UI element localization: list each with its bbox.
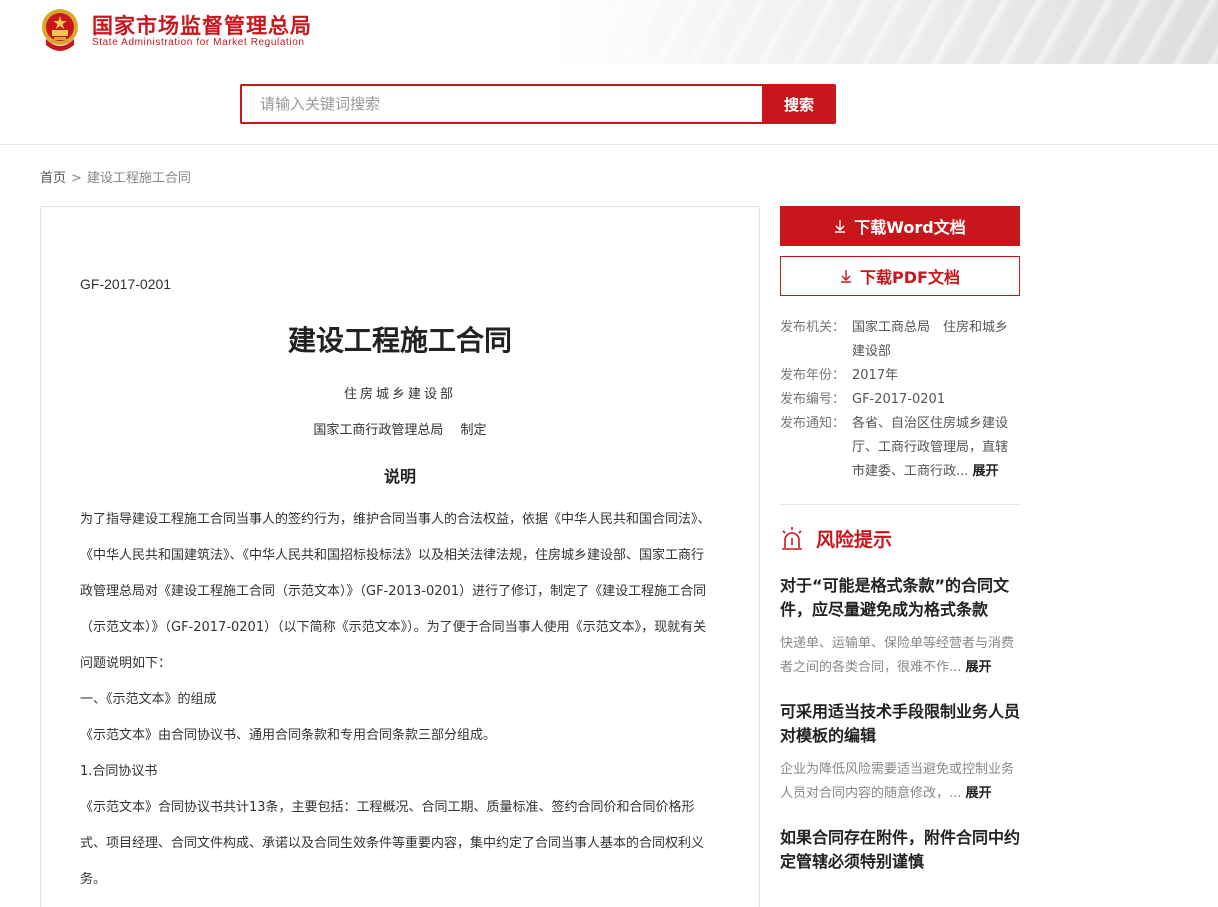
- meta-value: 2017年: [852, 368, 899, 383]
- breadcrumb: 首页 > 建设工程施工合同: [40, 167, 191, 186]
- alarm-light-icon: [782, 526, 802, 550]
- brand-name-en: State Administration for Market Regulati…: [92, 37, 305, 48]
- risk-item-desc: 企业为降低风险需要适当避免或控制业务人员对合同内容的随意修改，... 展开: [780, 758, 1024, 806]
- meta-code: 发布编号： GF-2017-0201: [780, 388, 1020, 412]
- document-issuer-secondary: 国家工商行政管理总局 制定: [313, 423, 487, 438]
- download-word-label: 下载Word文档: [854, 218, 966, 237]
- meta-publisher: 发布机关： 国家工商总局 住房和城乡建设部: [780, 316, 1020, 364]
- meta-value: 国家工商总局 住房和城乡建设部: [852, 320, 1009, 359]
- meta-value: GF-2017-0201: [852, 392, 946, 407]
- document-title: 建设工程施工合同: [287, 324, 512, 357]
- national-emblem-icon[interactable]: [40, 7, 80, 53]
- breadcrumb-separator: >: [71, 171, 82, 186]
- expand-link[interactable]: 展开: [973, 464, 999, 479]
- meta-key: 发布年份：: [780, 368, 846, 383]
- meta-key: 发布通知：: [780, 416, 846, 431]
- document-issuer: 住房城乡建设部: [343, 387, 456, 402]
- brand-name-cn[interactable]: 国家市场监督管理总局: [92, 10, 312, 40]
- document-body: 为了指导建设工程施工合同当事人的签约行为，维护合同当事人的合法权益，依据《中华人…: [80, 502, 714, 898]
- breadcrumb-home-link[interactable]: 首页: [40, 171, 66, 186]
- document-paragraph: 为了指导建设工程施工合同当事人的签约行为，维护合同当事人的合法权益，依据《中华人…: [80, 512, 711, 671]
- breadcrumb-current: 建设工程施工合同: [86, 171, 191, 186]
- document-paragraph: 《示范文本》由合同协议书、通用合同条款和专用合同条款三部分组成。: [80, 728, 497, 743]
- risk-item-title[interactable]: 如果合同存在附件，附件合同中约定管辖必须特别谨慎: [780, 826, 1024, 874]
- site-header: 国家市场监督管理总局 State Administration for Mark…: [0, 0, 1218, 64]
- expand-link[interactable]: 展开: [966, 660, 992, 675]
- document-paragraph: 《示范文本》合同协议书共计13条，主要包括：工程概况、合同工期、质量标准、签约合…: [80, 800, 705, 887]
- meta-key: 发布机关：: [780, 320, 846, 335]
- risk-item-desc: 快递单、运输单、保险单等经营者与消费者之间的各类合同，很难不作... 展开: [780, 632, 1024, 680]
- expand-link[interactable]: 展开: [966, 786, 992, 801]
- search-input[interactable]: [242, 86, 758, 122]
- meta-value: 各省、自治区住房城乡建设厅、工商行政管理局，直辖市建委、工商行政... 展开: [852, 412, 1020, 484]
- document-meta: 发布机关： 国家工商总局 住房和城乡建设部 发布年份： 2017年 发布编号： …: [780, 316, 1020, 484]
- download-pdf-label: 下载PDF文档: [860, 268, 960, 287]
- download-arrow-icon: [840, 269, 852, 283]
- download-arrow-icon: [834, 219, 846, 233]
- download-pdf-button[interactable]: 下载PDF文档: [780, 256, 1020, 296]
- search-button[interactable]: 搜索: [762, 84, 836, 124]
- risk-heading: 风险提示: [780, 525, 892, 552]
- divider: [780, 504, 1020, 505]
- meta-key: 发布编号：: [780, 392, 846, 407]
- download-word-button[interactable]: 下载Word文档: [780, 206, 1020, 246]
- risk-title: 风险提示: [816, 529, 893, 551]
- document-code: GF-2017-0201: [80, 276, 172, 292]
- document-paragraph: 1.合同协议书: [80, 764, 158, 779]
- meta-notice: 发布通知： 各省、自治区住房城乡建设厅、工商行政管理局，直辖市建委、工商行政..…: [780, 412, 1020, 484]
- meta-year: 发布年份： 2017年: [780, 364, 1020, 388]
- search-box: [240, 84, 764, 124]
- risk-item-title[interactable]: 对于“可能是格式条款”的合同文件，应尽量避免成为格式条款: [780, 574, 1024, 622]
- document-section-heading: 说明: [383, 467, 416, 486]
- risk-item-title[interactable]: 可采用适当技术手段限制业务人员对模板的编辑: [780, 700, 1024, 748]
- document-panel: GF-2017-0201 建设工程施工合同 住房城乡建设部 国家工商行政管理总局…: [40, 206, 760, 907]
- search-band: 搜索: [0, 64, 1218, 145]
- header-decoration: [598, 0, 1218, 64]
- document-paragraph: 一、《示范文本》的组成: [80, 692, 217, 707]
